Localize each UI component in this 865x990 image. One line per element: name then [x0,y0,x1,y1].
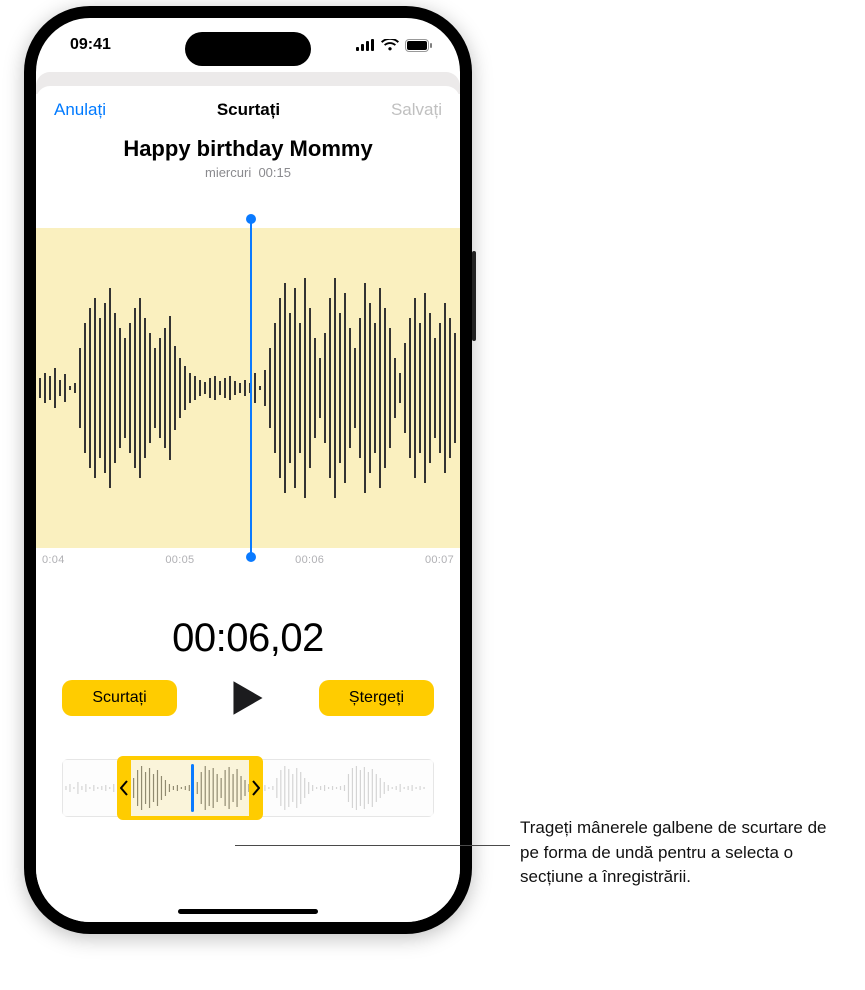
save-button[interactable]: Salvați [391,100,442,120]
iphone-device-frame: 09:41 [24,6,472,934]
recording-metadata: miercuri 00:15 [36,165,460,180]
sheet-title: Scurtați [217,100,280,120]
trim-overview[interactable] [62,759,434,817]
callout-text: Trageți mânerele galbene de scurtare de … [520,816,840,890]
dynamic-island [185,32,311,66]
callout-leader-line [235,845,510,846]
recording-day: miercuri [205,165,251,180]
sheet-nav: Anulați Scurtați Salvați [36,86,460,126]
trim-dim-right [259,760,433,816]
tick-label: 00:06 [295,554,324,566]
wifi-icon [381,39,399,51]
cellular-icon [356,39,375,51]
iphone-screen: 09:41 [36,18,460,922]
trim-playhead[interactable] [191,764,194,812]
delete-button[interactable]: Ștergeți [319,680,434,716]
tick-label: 00:07 [425,554,454,566]
recording-title: Happy birthday Mommy [36,136,460,162]
cancel-button[interactable]: Anulați [54,100,106,120]
controls-row: Scurtați Ștergeți [36,661,460,717]
waveform-main[interactable] [36,228,460,548]
play-icon [231,679,265,717]
playhead[interactable] [250,218,252,558]
status-icons [356,39,432,52]
home-indicator[interactable] [178,909,318,914]
tick-label: 0:04 [42,554,65,566]
trim-sheet: Anulați Scurtați Salvați Happy birthday … [36,86,460,922]
battery-icon [405,39,432,52]
recording-duration: 00:15 [258,165,291,180]
trim-handle-left[interactable] [117,756,131,820]
play-button[interactable] [231,679,265,717]
trim-button[interactable]: Scurtați [62,680,177,716]
trim-handle-right[interactable] [249,756,263,820]
tick-label: 00:05 [165,554,194,566]
waveform-graphic [36,228,460,548]
trim-selection[interactable] [121,756,259,820]
status-time: 09:41 [70,36,111,54]
trim-dim-left [63,760,121,816]
current-time: 00:06,02 [36,616,460,661]
